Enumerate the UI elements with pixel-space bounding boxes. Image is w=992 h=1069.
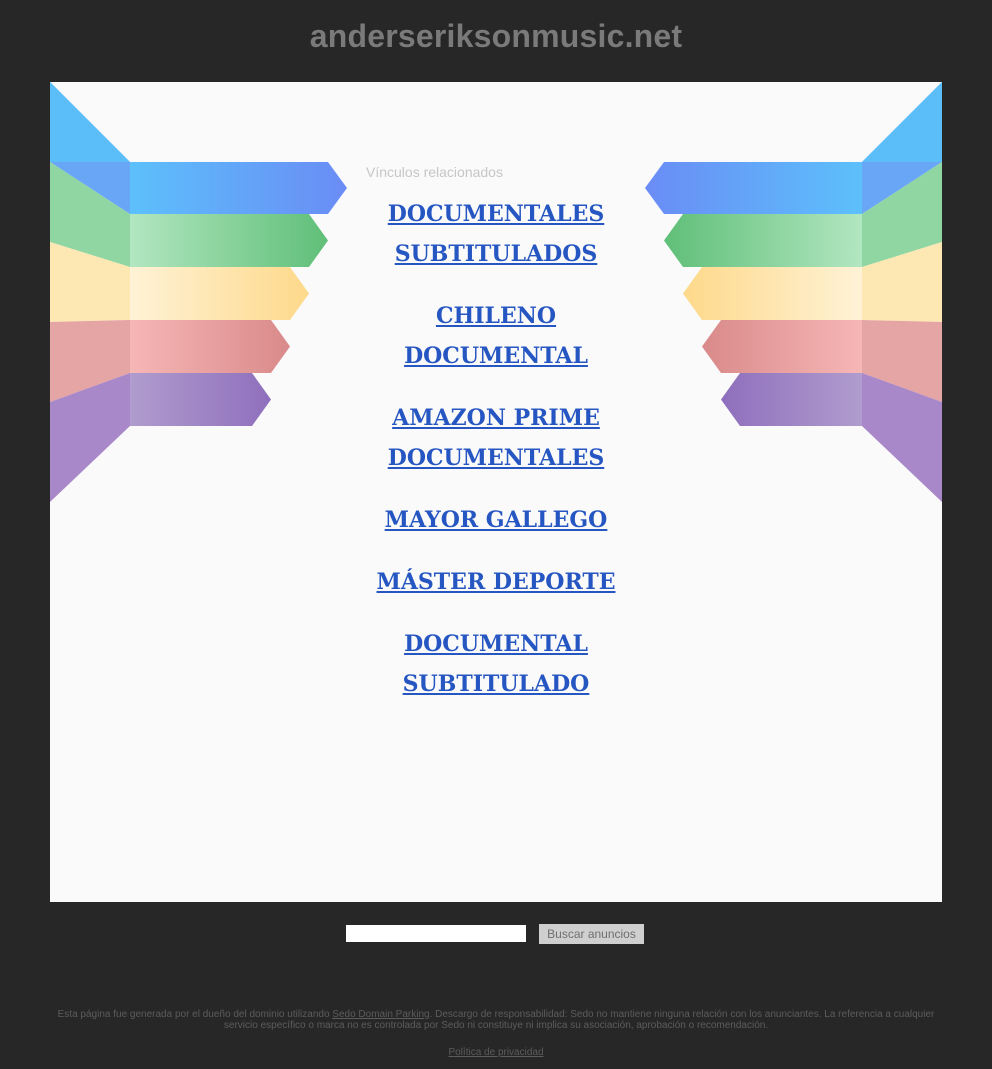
related-links-heading: Vínculos relacionados bbox=[366, 164, 503, 180]
related-link-line1: DOCUMENTALES bbox=[387, 201, 605, 227]
related-link-line1: CHILENO bbox=[435, 303, 557, 329]
related-link-line1: DOCUMENTAL bbox=[404, 631, 588, 657]
related-link[interactable]: AMAZON PRIME DOCUMENTALES bbox=[346, 398, 646, 478]
related-link[interactable]: DOCUMENTALES SUBTITULADOS bbox=[346, 194, 646, 274]
privacy-policy-link[interactable]: Política de privacidad bbox=[0, 1047, 992, 1058]
related-link-line1: MAYOR GALLEGO bbox=[384, 507, 608, 533]
related-link[interactable]: MÁSTER DEPORTE bbox=[346, 562, 646, 602]
related-links-list: DOCUMENTALES SUBTITULADOS CHILENO DOCUME… bbox=[346, 194, 646, 726]
content-panel: Vínculos relacionados DOCUMENTALES SUBTI… bbox=[50, 82, 942, 902]
related-link[interactable]: MAYOR GALLEGO bbox=[346, 500, 646, 540]
related-link-line1: MÁSTER DEPORTE bbox=[376, 569, 616, 595]
footer-disclaimer: Esta página fue generada por el dueño de… bbox=[50, 1009, 942, 1031]
footer-text-start: Esta página fue generada por el dueño de… bbox=[57, 1009, 333, 1020]
related-link-line2: SUBTITULADO bbox=[402, 671, 590, 697]
related-link-line2: SUBTITULADOS bbox=[394, 241, 598, 267]
related-link-line1: AMAZON PRIME bbox=[392, 405, 600, 431]
related-link-line2: DOCUMENTALES bbox=[387, 445, 605, 471]
domain-title: anderseriksonmusic.net bbox=[309, 18, 683, 54]
search-ads-button[interactable]: Buscar anuncios bbox=[539, 924, 644, 944]
related-link-line2: DOCUMENTAL bbox=[404, 343, 588, 369]
search-input[interactable] bbox=[346, 925, 526, 942]
related-link[interactable]: DOCUMENTAL SUBTITULADO bbox=[346, 624, 646, 704]
related-link[interactable]: CHILENO DOCUMENTAL bbox=[346, 296, 646, 376]
sedo-parking-link[interactable]: Sedo Domain Parking bbox=[332, 1009, 429, 1020]
